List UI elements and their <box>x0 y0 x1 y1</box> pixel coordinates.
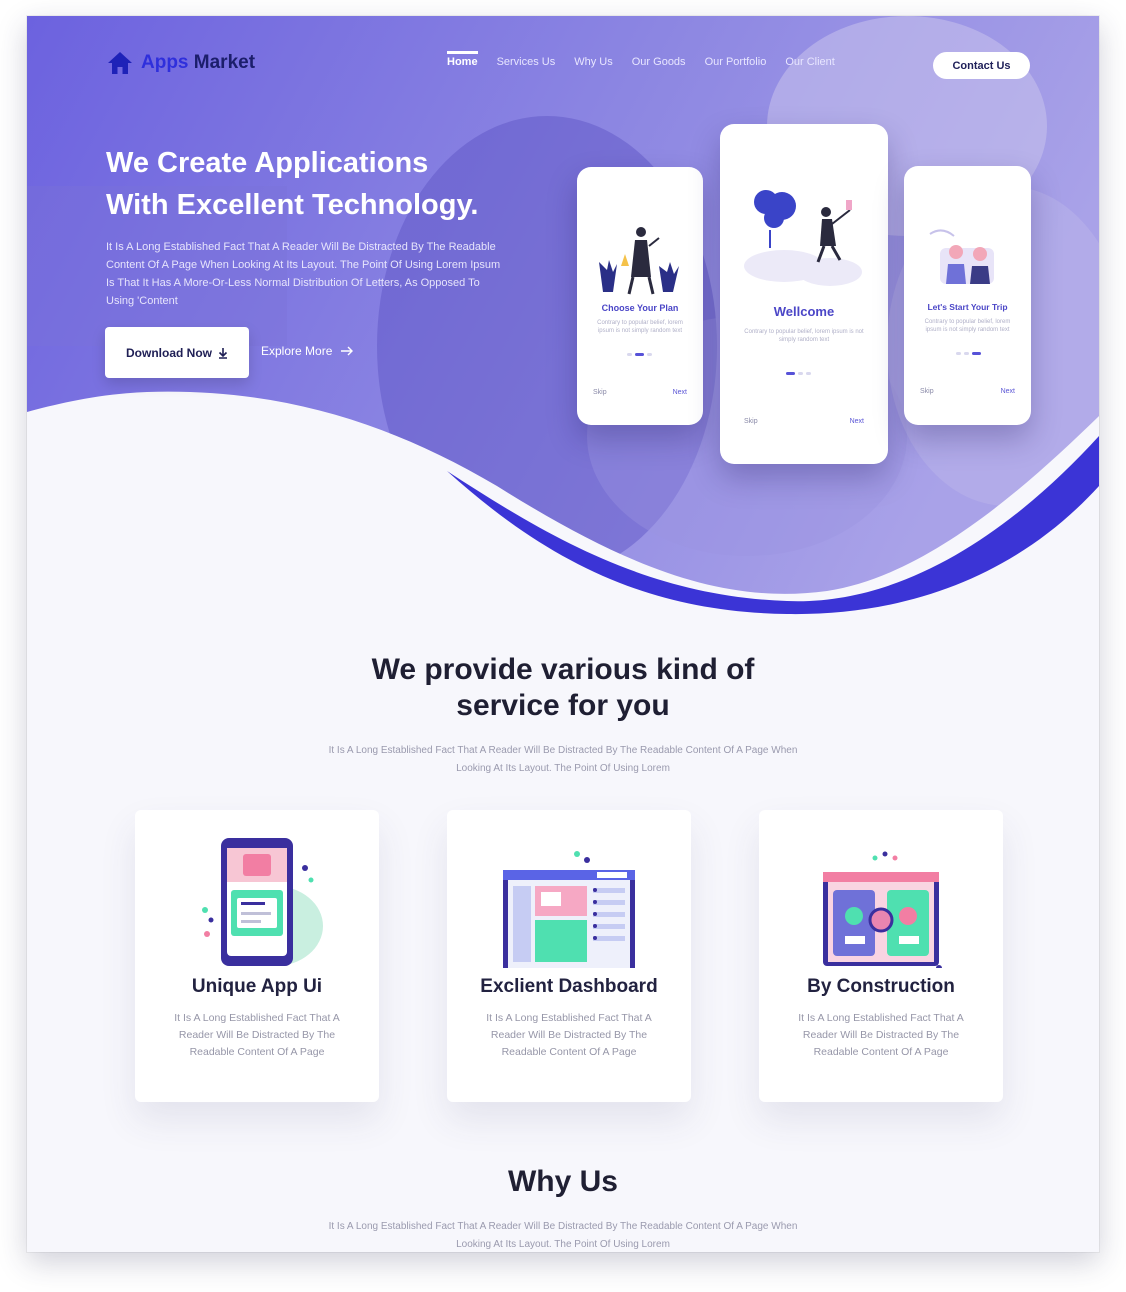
welcome-illustration <box>744 190 862 286</box>
hero-title-line2: With Excellent Technology. <box>106 189 479 221</box>
trip-illustration <box>929 229 994 284</box>
download-label: Download Now <box>126 345 212 360</box>
pager-dots <box>956 352 981 355</box>
service-card-title: Exclient Dashboard <box>480 976 658 997</box>
service-card-title: Unique App Ui <box>191 976 323 997</box>
service-card-desc: It Is A Long Established Fact That A Rea… <box>174 1012 340 1058</box>
phone-trip-title: Let's Start Your Trip <box>927 302 1008 312</box>
dashboard-illustration <box>503 851 635 968</box>
service-card-desc: It Is A Long Established Fact That A Rea… <box>798 1012 964 1058</box>
phone-plan-desc: Contrary to popular belief, lorem ipsum … <box>597 320 683 334</box>
phone-mockup-welcome: Wellcome Contrary to popular belief, lor… <box>720 124 888 464</box>
phone-mockup-trip: Let's Start Your Trip Contrary to popula… <box>904 166 1031 425</box>
phone-trip-next[interactable]: Next <box>1001 388 1015 395</box>
nav-link-services[interactable]: Services Us <box>497 56 556 68</box>
phone-trip-desc: Contrary to popular belief, lorem ipsum … <box>924 319 1011 333</box>
explore-label: Explore More <box>261 344 333 358</box>
nav-link-home[interactable]: Home <box>447 51 478 68</box>
brand-name-part2: Market <box>193 52 256 73</box>
construction-illustration <box>823 851 942 968</box>
home-icon <box>108 52 132 74</box>
download-now-button[interactable]: Download Now <box>105 327 249 378</box>
phone-plan-skip[interactable]: Skip <box>593 389 607 396</box>
service-card-app-ui[interactable]: Unique App Ui It Is A Long Established F… <box>135 810 379 1102</box>
nav-link-client[interactable]: Our Client <box>785 56 835 68</box>
service-card-title: By Construction <box>807 976 955 997</box>
nav-link-our-goods[interactable]: Our Goods <box>632 56 686 68</box>
phone-welcome-desc: Contrary to popular belief, lorem ipsum … <box>744 329 864 343</box>
hero-title-line1: We Create Applications <box>106 147 429 179</box>
contact-us-button[interactable]: Contact Us <box>933 52 1030 79</box>
service-card-dashboard[interactable]: Exclient Dashboard It Is A Long Establis… <box>447 810 691 1102</box>
phone-plan-title: Choose Your Plan <box>601 303 679 313</box>
service-card-desc: It Is A Long Established Fact That A Rea… <box>486 1012 652 1058</box>
nav-link-portfolio[interactable]: Our Portfolio <box>705 56 767 68</box>
services-title-line2: service for you <box>456 689 670 722</box>
hero-description: It Is A Long Established Fact That A Rea… <box>106 241 501 307</box>
phone-trip-skip[interactable]: Skip <box>920 388 934 395</box>
brand-logo[interactable]: Apps Market <box>107 50 255 76</box>
mobile-app-illustration <box>202 838 323 966</box>
why-us-description: It Is A Long Established Fact That A Rea… <box>328 1221 798 1250</box>
phone-plan-next[interactable]: Next <box>673 389 687 396</box>
page-frame: Apps Market Home Services Us Why Us Our … <box>27 16 1099 1252</box>
nav-links: Home Services Us Why Us Our Goods Our Po… <box>447 51 835 68</box>
pager-dots <box>786 372 811 375</box>
plan-illustration <box>599 227 679 295</box>
services-description: It Is A Long Established Fact That A Rea… <box>328 745 798 774</box>
service-card-construction[interactable]: By Construction It Is A Long Established… <box>759 810 1003 1102</box>
hero-section: Apps Market Home Services Us Why Us Our … <box>27 16 1099 616</box>
brand-name-part1: Apps <box>141 52 189 73</box>
top-navigation: Apps Market Home Services Us Why Us Our … <box>27 16 1099 116</box>
brand-name: Apps Market <box>141 52 255 74</box>
phone-mockup-plan: Choose Your Plan Contrary to popular bel… <box>577 167 703 425</box>
phone-welcome-title: Wellcome <box>773 304 835 319</box>
pager-dots <box>627 353 652 356</box>
hero-title: We Create Applications With Excellent Te… <box>106 142 576 226</box>
phone-welcome-next[interactable]: Next <box>850 418 864 425</box>
download-arrow-icon <box>218 347 228 359</box>
services-title-line1: We provide various kind of <box>371 653 755 686</box>
why-us-title: Why Us <box>507 1165 618 1198</box>
nav-link-why-us[interactable]: Why Us <box>574 56 613 68</box>
services-title: We provide various kind of service for y… <box>27 652 1099 724</box>
arrow-right-icon <box>341 346 354 356</box>
explore-more-link[interactable]: Explore More <box>261 344 354 358</box>
phone-welcome-skip[interactable]: Skip <box>744 418 758 425</box>
